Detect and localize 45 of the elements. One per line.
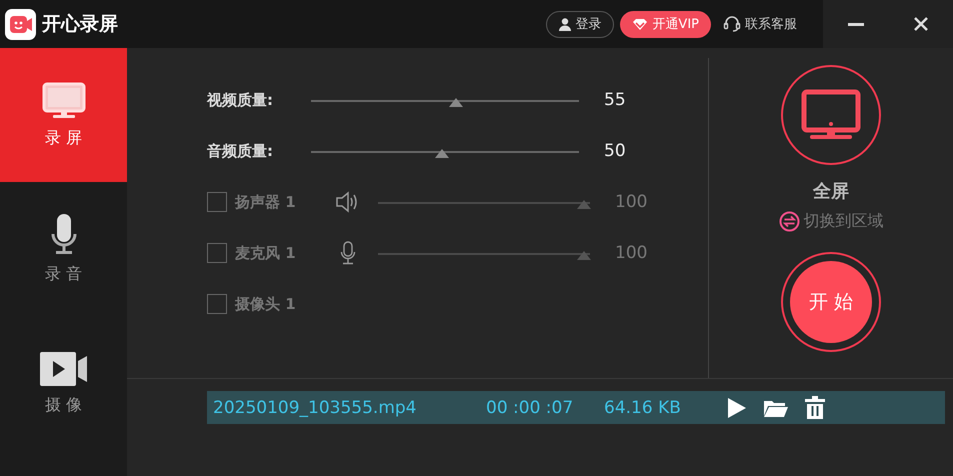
close-icon	[914, 17, 928, 31]
checkbox[interactable]	[207, 243, 227, 263]
device-label: 麦克风 1	[235, 244, 297, 262]
support-button[interactable]: 联系客服	[717, 10, 803, 38]
checkbox[interactable]	[207, 294, 227, 314]
microphone-icon	[340, 241, 356, 265]
app-logo	[5, 8, 36, 40]
monitor-icon	[801, 89, 861, 141]
user-icon	[559, 18, 572, 30]
minimize-icon	[848, 22, 864, 26]
device-label: 摄像头 1	[235, 294, 297, 314]
setting-value: 100	[615, 192, 648, 212]
sidebar-item[interactable]: 录 音	[0, 182, 127, 316]
slider-thumb[interactable]	[576, 251, 591, 260]
microphone-icon	[50, 214, 76, 256]
setting-label: 视频质量:	[207, 90, 274, 110]
diamond-icon	[632, 18, 648, 30]
recording-row[interactable]: 20250109_103555.mp4 00 :00 :07 64.16 KB	[207, 391, 945, 424]
file-name: 20250109_103555.mp4	[213, 398, 418, 418]
app-title: 开心录屏	[42, 12, 118, 37]
device-label: 扬声器 1	[235, 192, 297, 212]
vip-button[interactable]: 开通VIP	[620, 10, 711, 38]
switch-mode-link[interactable]: 切换到区域	[778, 211, 884, 232]
monitor-icon	[42, 82, 86, 120]
login-button[interactable]: 登录	[546, 10, 614, 38]
swap-icon	[778, 211, 800, 232]
duration: 00 :00 :07	[486, 398, 574, 418]
checkbox[interactable]	[207, 192, 227, 212]
trash-icon[interactable]	[805, 396, 825, 420]
setting-value: 50	[604, 141, 626, 161]
sidebar-item[interactable]: 录 屏	[0, 48, 127, 182]
slider-thumb[interactable]	[448, 98, 463, 107]
play-icon[interactable]	[727, 396, 747, 418]
headset-icon	[723, 15, 741, 33]
setting-value: 55	[604, 90, 626, 110]
video-camera-icon	[38, 350, 88, 386]
start-button[interactable]: 开 始	[790, 261, 872, 343]
slider-thumb[interactable]	[576, 200, 591, 209]
file-size: 64.16 KB	[604, 398, 682, 418]
setting-value: 100	[615, 243, 648, 263]
setting-label: 音频质量:	[207, 142, 274, 160]
fullscreen-mode-button[interactable]	[781, 65, 881, 165]
slider-thumb[interactable]	[435, 149, 450, 158]
mode-title: 全屏	[813, 180, 849, 203]
sidebar-item[interactable]: 摄 像	[0, 316, 127, 450]
